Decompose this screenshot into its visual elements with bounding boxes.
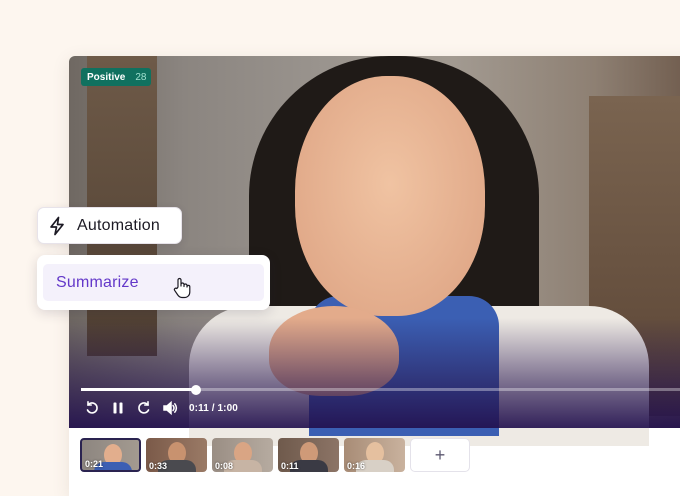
clip-time: 0:08 bbox=[215, 461, 234, 471]
automation-button[interactable]: Automation bbox=[37, 207, 182, 244]
clip-time: 0:33 bbox=[149, 461, 168, 471]
hand-pointer-icon bbox=[173, 277, 191, 299]
clip-thumbnail[interactable]: 0:21 bbox=[80, 438, 141, 472]
clip-thumbnail[interactable]: 0:08 bbox=[212, 438, 273, 472]
person-face bbox=[295, 76, 485, 316]
automation-label: Automation bbox=[77, 216, 160, 234]
automation-menu: Summarize bbox=[37, 255, 270, 310]
volume-icon[interactable] bbox=[161, 399, 179, 417]
forward-icon[interactable] bbox=[135, 399, 153, 417]
add-clip-button[interactable]: + bbox=[410, 438, 470, 472]
background-door bbox=[87, 56, 157, 356]
summarize-menu-item[interactable]: Summarize bbox=[43, 264, 264, 301]
clip-thumbnail[interactable]: 0:33 bbox=[146, 438, 207, 472]
rewind-icon[interactable] bbox=[83, 399, 101, 417]
sentiment-label: Positive bbox=[87, 71, 126, 83]
clip-thumbnail[interactable]: 0:11 bbox=[278, 438, 339, 472]
progress-bar[interactable] bbox=[81, 384, 680, 395]
clip-time: 0:11 bbox=[281, 461, 299, 471]
sentiment-count: 28 bbox=[135, 71, 147, 83]
clip-strip: 0:21 0:33 0:08 0:11 0:16 + bbox=[80, 438, 470, 472]
progress-fill bbox=[81, 388, 196, 391]
clip-time: 0:21 bbox=[85, 459, 104, 469]
clip-time: 0:16 bbox=[347, 461, 366, 471]
lightning-bolt-icon bbox=[50, 216, 64, 235]
clip-thumbnail[interactable]: 0:16 bbox=[344, 438, 405, 472]
playback-controls: 0:11 / 1:00 bbox=[83, 399, 238, 417]
time-display: 0:11 / 1:00 bbox=[189, 402, 238, 414]
progress-handle[interactable] bbox=[190, 384, 201, 395]
pause-icon[interactable] bbox=[109, 399, 127, 417]
sentiment-badge: Positive 28 bbox=[81, 68, 152, 86]
